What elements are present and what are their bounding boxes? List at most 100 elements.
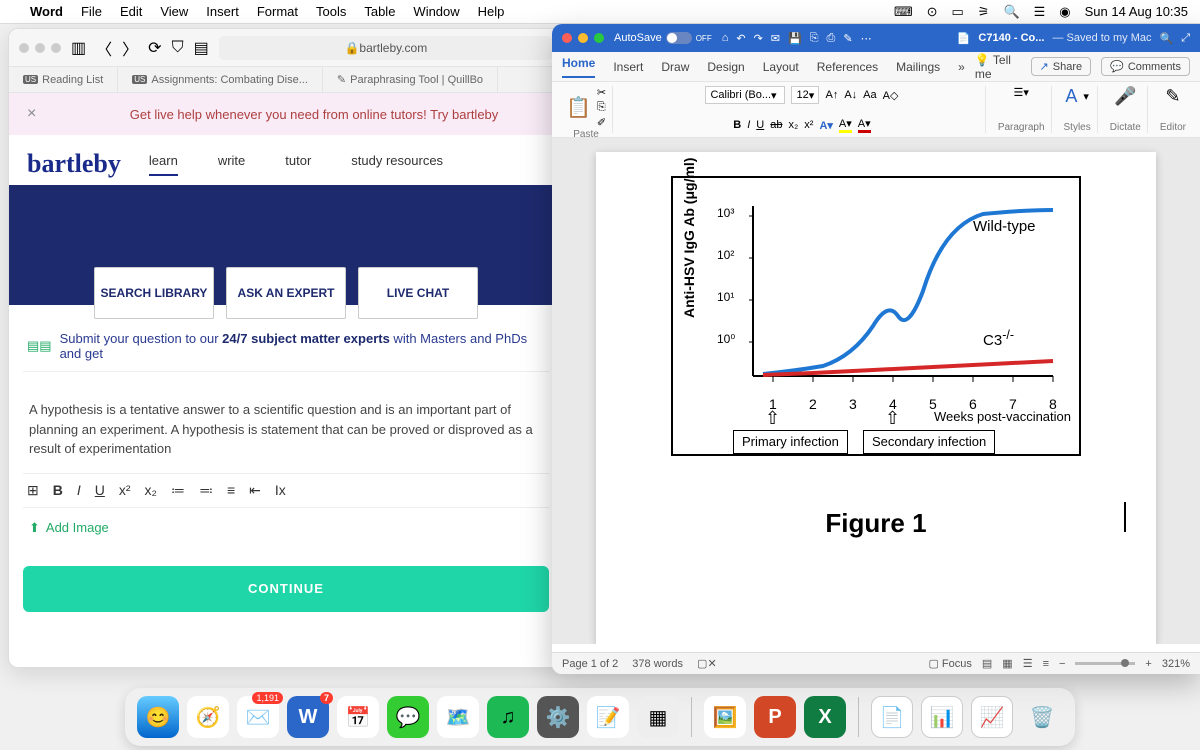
- nav-study[interactable]: study resources: [351, 153, 443, 176]
- mic-icon[interactable]: 🎤: [1114, 86, 1136, 107]
- dock-maps[interactable]: 🗺️: [437, 696, 479, 738]
- tab-home[interactable]: Home: [562, 56, 595, 78]
- font-name-select[interactable]: Calibri (Bo... ▾: [705, 86, 785, 104]
- italic-button[interactable]: I: [77, 482, 81, 498]
- tab-layout[interactable]: Layout: [763, 60, 799, 74]
- document-canvas[interactable]: Anti-HSV IgG Ab (μg/ml) 10³ 10² 10¹ 10⁰ …: [552, 138, 1200, 644]
- table-icon[interactable]: ⊞: [27, 482, 39, 499]
- menu-tools[interactable]: Tools: [316, 4, 346, 19]
- search-icon[interactable]: 🔍: [1003, 4, 1019, 20]
- siri-icon[interactable]: ◉: [1059, 4, 1070, 20]
- ribbon-toggle-icon[interactable]: ⤢: [1181, 32, 1190, 45]
- grow-font-icon[interactable]: A↑: [825, 89, 838, 101]
- italic-button[interactable]: I: [747, 119, 750, 131]
- reload-icon[interactable]: ⟳: [148, 38, 161, 58]
- battery-icon[interactable]: ▭: [951, 4, 963, 20]
- cut-icon[interactable]: ✂: [597, 86, 606, 99]
- clear-format-icon[interactable]: A◇: [883, 89, 899, 102]
- font-size-select[interactable]: 12 ▾: [791, 86, 819, 104]
- share-button[interactable]: ↗ Share: [1031, 57, 1092, 76]
- clear-format-button[interactable]: Ix: [275, 482, 286, 498]
- highlight-icon[interactable]: A▾: [839, 117, 852, 133]
- menu-window[interactable]: Window: [413, 4, 459, 19]
- font-color-icon[interactable]: A▾: [858, 117, 871, 133]
- nav-learn[interactable]: learn: [149, 153, 178, 176]
- editor-icon[interactable]: ✎: [1165, 86, 1180, 107]
- search-icon[interactable]: 🔍: [1159, 32, 1173, 45]
- styles-icon[interactable]: A: [1065, 86, 1077, 107]
- menu-file[interactable]: File: [81, 4, 102, 19]
- tab-reading-list[interactable]: USReading List: [9, 67, 118, 92]
- control-center-icon[interactable]: ☰: [1034, 4, 1046, 20]
- view-web-icon[interactable]: ▦: [1002, 657, 1012, 670]
- nav-tutor[interactable]: tutor: [285, 153, 311, 176]
- play-icon[interactable]: ⊙: [927, 4, 938, 20]
- back-icon[interactable]: 〈: [96, 36, 112, 60]
- shield-icon[interactable]: ⛉: [172, 39, 184, 57]
- close-icon[interactable]: ×: [27, 105, 36, 123]
- dock-trash[interactable]: 🗑️: [1021, 696, 1063, 738]
- card-live-chat[interactable]: LIVE CHAT: [358, 267, 478, 319]
- dock-doc-thumb[interactable]: 📄: [871, 696, 913, 738]
- dock-notes[interactable]: 📝: [587, 696, 629, 738]
- strike-button[interactable]: ab: [770, 119, 782, 131]
- nav-write[interactable]: write: [218, 153, 245, 176]
- status-words[interactable]: 378 words: [632, 658, 683, 670]
- toggle-icon[interactable]: [666, 32, 692, 44]
- tab-draw[interactable]: Draw: [661, 60, 689, 74]
- zoom-out-icon[interactable]: −: [1059, 658, 1065, 670]
- copy-icon[interactable]: ⎘: [810, 32, 819, 45]
- dock-settings[interactable]: ⚙️: [537, 696, 579, 738]
- tab-insert[interactable]: Insert: [613, 60, 643, 74]
- bullets-button[interactable]: ≔: [171, 482, 185, 499]
- menu-help[interactable]: Help: [478, 4, 505, 19]
- bold-button[interactable]: B: [733, 119, 741, 131]
- more-tabs[interactable]: »: [958, 60, 965, 74]
- print-icon[interactable]: ⎙: [827, 32, 836, 45]
- subscript-button[interactable]: x₂: [789, 119, 799, 131]
- zoom-slider[interactable]: [1075, 662, 1135, 665]
- add-image-button[interactable]: ⬆ Add Image: [23, 508, 549, 548]
- tab-quillbot[interactable]: ✎ Paraphrasing Tool | QuillBo: [323, 67, 498, 92]
- focus-mode[interactable]: ▢ Focus: [928, 657, 971, 670]
- tab-mailings[interactable]: Mailings: [896, 60, 940, 74]
- dock-doc-thumb[interactable]: 📈: [971, 696, 1013, 738]
- status-page[interactable]: Page 1 of 2: [562, 658, 618, 670]
- menu-edit[interactable]: Edit: [120, 4, 142, 19]
- autosave-toggle[interactable]: AutoSave OFF: [614, 32, 712, 44]
- dock-doc-thumb[interactable]: 📊: [921, 696, 963, 738]
- dock-calendar[interactable]: 📅: [337, 696, 379, 738]
- reader-icon[interactable]: ▤: [194, 38, 209, 58]
- more-icon[interactable]: ⋯: [861, 32, 872, 45]
- menubar-app[interactable]: Word: [30, 4, 63, 19]
- comments-button[interactable]: 💬 Comments: [1101, 57, 1190, 76]
- tab-design[interactable]: Design: [707, 60, 744, 74]
- bullets-icon[interactable]: ☰▾: [1013, 86, 1028, 99]
- save-icon[interactable]: 💾: [788, 32, 802, 45]
- menu-view[interactable]: View: [160, 4, 188, 19]
- forward-icon[interactable]: 〉: [122, 36, 138, 60]
- menu-insert[interactable]: Insert: [206, 4, 239, 19]
- copy-icon[interactable]: ⎘: [597, 101, 606, 114]
- superscript-button[interactable]: x²: [804, 119, 813, 131]
- dock-messages[interactable]: 💬: [387, 696, 429, 738]
- dock-word[interactable]: W7: [287, 696, 329, 738]
- sidebar-toggle-icon[interactable]: ▥: [71, 38, 86, 58]
- address-bar[interactable]: 🔒 bartleby.com: [219, 36, 553, 60]
- view-draft-icon[interactable]: ≡: [1043, 658, 1049, 670]
- editor-text[interactable]: A hypothesis is a tentative answer to a …: [23, 372, 549, 473]
- tab-references[interactable]: References: [817, 60, 878, 74]
- dock-safari[interactable]: 🧭: [187, 696, 229, 738]
- zoom-level[interactable]: 321%: [1162, 658, 1190, 670]
- view-print-icon[interactable]: ▤: [982, 657, 992, 670]
- input-icon[interactable]: ⌨︎: [894, 4, 913, 20]
- tab-assignments[interactable]: USAssignments: Combating Dise...: [118, 67, 323, 92]
- underline-button[interactable]: U: [95, 482, 105, 498]
- card-ask-expert[interactable]: ASK AN EXPERT: [226, 267, 346, 319]
- window-controls[interactable]: [562, 33, 604, 43]
- text-effects-icon[interactable]: A▾: [819, 119, 832, 132]
- spellcheck-icon[interactable]: ▢✕: [697, 657, 717, 670]
- format-painter-icon[interactable]: ✐: [597, 116, 606, 129]
- dock-excel[interactable]: X: [804, 696, 846, 738]
- dock-powerpoint[interactable]: P: [754, 696, 796, 738]
